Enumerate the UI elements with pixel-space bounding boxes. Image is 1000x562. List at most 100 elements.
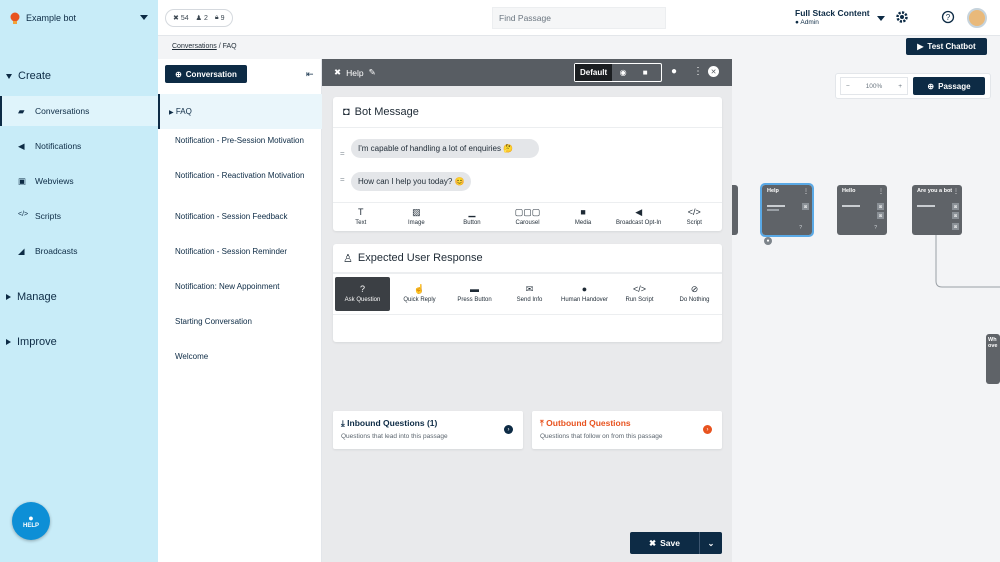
- sidebar-section-improve[interactable]: Improve: [6, 336, 57, 348]
- drag-handle-icon[interactable]: =: [340, 175, 345, 184]
- chevron-down-icon[interactable]: [877, 16, 885, 21]
- sidebar-section-manage[interactable]: Manage: [6, 291, 57, 303]
- breadcrumb-current: FAQ: [222, 43, 237, 50]
- canvas-node-hello[interactable]: Hello ⋮ ⊠ ⊠ ?: [837, 185, 887, 235]
- conversation-item[interactable]: Notification - Reactivation Motivation: [175, 170, 315, 182]
- chevron-right-icon[interactable]: ›: [504, 425, 513, 434]
- bot-message-bubble[interactable]: How can I help you today? 😊: [351, 172, 472, 191]
- conversation-item[interactable]: Welcome: [175, 351, 315, 363]
- broadcast-icon: ◀: [635, 206, 643, 217]
- conversation-item[interactable]: Notification - Session Feedback: [175, 211, 315, 223]
- account-menu[interactable]: Full Stack Content ● Admin: [795, 8, 870, 26]
- inbound-questions-title: ⤓ Inbound Questions (1): [341, 418, 438, 428]
- add-text-button[interactable]: T Text: [333, 203, 389, 231]
- more-vertical-icon[interactable]: ⋮: [803, 188, 809, 195]
- do-nothing-button[interactable]: ⊘ Do Nothing: [667, 274, 722, 314]
- send-info-button[interactable]: ✉ Send Info: [502, 274, 557, 314]
- press-button-button[interactable]: ▬ Press Button: [447, 274, 502, 314]
- zoom-out-button[interactable]: −: [846, 83, 850, 90]
- zoom-level: 100%: [865, 82, 883, 90]
- conversation-item[interactable]: Starting Conversation: [175, 316, 315, 328]
- add-button-button[interactable]: ▁ Button: [444, 203, 500, 231]
- passage-title[interactable]: ✖ Help ✎: [334, 67, 376, 78]
- human-handover-button[interactable]: ● Human Handover: [557, 274, 612, 314]
- breadcrumb: Conversations / FAQ: [172, 43, 237, 50]
- caret-down-icon: [6, 73, 12, 79]
- bot-selector[interactable]: Example bot: [0, 0, 158, 36]
- run-script-button[interactable]: </> Run Script: [612, 274, 667, 314]
- close-icon[interactable]: ✕: [708, 66, 719, 77]
- lightbulb-icon: [10, 12, 20, 24]
- conversation-item[interactable]: Notification - Pre-Session Motivation: [175, 135, 315, 147]
- inbound-questions-subtitle: Questions that lead into this passage: [341, 433, 448, 440]
- sidebar-item-webviews[interactable]: ▣ Webviews: [0, 166, 158, 196]
- chevron-down-icon[interactable]: ⌄: [700, 539, 722, 548]
- canvas-node-partial[interactable]: [732, 185, 738, 235]
- gear-icon[interactable]: [895, 10, 909, 24]
- collapse-panel-icon[interactable]: ⇤: [306, 69, 314, 80]
- add-conversation-button[interactable]: ⊕ Conversation: [165, 65, 247, 83]
- ask-question-button[interactable]: ? Ask Question: [335, 277, 390, 311]
- inbound-questions-card[interactable]: ⤓ Inbound Questions (1) Questions that l…: [333, 411, 523, 449]
- breadcrumb-separator: /: [218, 43, 221, 50]
- edit-icon[interactable]: ✎: [369, 67, 376, 78]
- upload-icon: ⤒: [540, 418, 544, 428]
- code-icon: </>: [18, 211, 29, 218]
- plus-circle-icon: ⊕: [175, 69, 182, 79]
- bot-stats: ✖ 54 ♟ 2 🔒︎ 9: [165, 9, 233, 27]
- teams-icon[interactable]: ■: [634, 68, 656, 77]
- avatar[interactable]: [967, 8, 987, 28]
- conversation-item[interactable]: Notification - Session Reminder: [175, 246, 315, 258]
- canvas-node-are-you-a-bot[interactable]: Are you a bot ⋮ ⊠ ⊠ ⊠: [912, 185, 962, 235]
- canvas-node-partial-right[interactable]: Wh ove: [986, 334, 1000, 384]
- chevron-right-icon[interactable]: ›: [703, 425, 712, 434]
- node-port-icon: ⊠: [952, 212, 959, 219]
- sidebar: Create ▰ Conversations ◀ Notifications ▣ We…: [0, 36, 158, 562]
- node-preview-line: [917, 205, 935, 207]
- carousel-icon: ▢▢▢: [514, 206, 541, 217]
- drag-handle-icon[interactable]: =: [340, 149, 345, 158]
- sidebar-item-notifications[interactable]: ◀ Notifications: [0, 131, 158, 161]
- add-passage-button[interactable]: ⊕ Passage: [913, 77, 985, 95]
- play-icon: ▶: [917, 42, 924, 51]
- sidebar-item-broadcasts[interactable]: ◢ Broadcasts: [0, 236, 158, 266]
- question-icon: ?: [359, 283, 365, 294]
- sidebar-item-scripts[interactable]: </> Scripts: [0, 201, 158, 231]
- save-main[interactable]: ✖ Save: [630, 532, 700, 554]
- add-carousel-button[interactable]: ▢▢▢ Carousel: [500, 203, 556, 231]
- sidebar-item-conversations[interactable]: ▰ Conversations: [0, 96, 158, 126]
- quick-reply-button[interactable]: ☝ Quick Reply: [392, 274, 447, 314]
- more-vertical-icon[interactable]: ⋮: [878, 188, 884, 195]
- zoom-in-button[interactable]: +: [898, 83, 902, 90]
- help-circle-icon[interactable]: ?: [941, 10, 955, 24]
- add-media-button[interactable]: ■ Media: [555, 203, 611, 231]
- megaphone-icon: ◀: [18, 141, 25, 151]
- sidebar-section-create[interactable]: Create: [6, 70, 51, 82]
- help-button[interactable]: ● HELP: [12, 502, 50, 540]
- canvas-node-help[interactable]: Help ⋮ ⊠ ?: [760, 183, 814, 237]
- conversation-item[interactable]: Notification: New Appoinment: [175, 281, 315, 293]
- breadcrumb-conversations-link[interactable]: Conversations: [172, 43, 217, 50]
- bot-name: Example bot: [26, 13, 77, 23]
- text-icon: T: [358, 206, 364, 217]
- save-button[interactable]: ✖ Save ⌄: [630, 532, 722, 554]
- user-icon: ♙: [343, 252, 353, 265]
- channel-default-tab[interactable]: Default: [575, 64, 613, 81]
- more-vertical-icon[interactable]: ⋮: [953, 188, 959, 195]
- more-vertical-icon[interactable]: ⋮: [693, 66, 703, 77]
- outbound-questions-title: ⤒ Outbound Questions: [540, 418, 631, 428]
- conversation-item-faq[interactable]: ▶ FAQ: [169, 106, 309, 119]
- envelope-icon: ✉: [525, 283, 534, 294]
- find-passage-input[interactable]: Find Passage: [492, 7, 666, 29]
- messenger-icon[interactable]: ◉: [612, 68, 634, 77]
- user-response-header: ♙ Expected User Response: [333, 244, 722, 273]
- users-icon: ♟: [195, 15, 202, 22]
- outbound-questions-card[interactable]: ⤒ Outbound Questions Questions that foll…: [532, 411, 722, 449]
- add-broadcast-optin-button[interactable]: ◀ Broadcast Opt-In: [611, 203, 667, 231]
- add-script-button[interactable]: </> Script: [666, 203, 722, 231]
- test-chatbot-button[interactable]: ▶ Test Chatbot: [906, 38, 987, 55]
- add-image-button[interactable]: ▨ Image: [389, 203, 445, 231]
- outbound-questions-subtitle: Questions that follow on from this passa…: [540, 433, 663, 440]
- bot-message-bubble[interactable]: I'm capable of handling a lot of enquiri…: [351, 139, 539, 158]
- comment-icon[interactable]: ●: [671, 66, 677, 77]
